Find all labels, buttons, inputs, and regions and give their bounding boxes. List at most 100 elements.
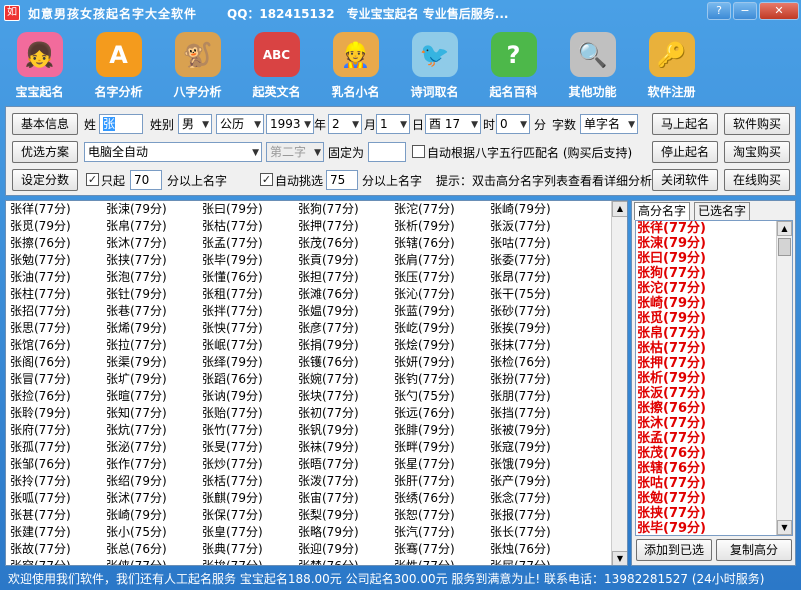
name-item[interactable]: 张毕(79分) [202,252,298,269]
name-item[interactable]: 张蓝(79分) [394,303,490,320]
name-item[interactable]: 张作(77分) [106,456,202,473]
name-item[interactable]: 张觅(79分) [10,218,106,235]
name-item[interactable]: 张故(77分) [10,541,106,558]
name-item[interactable]: 张晤(77分) [298,456,394,473]
high-score-item[interactable]: 张辖(76分) [636,461,792,476]
name-item[interactable]: 张析(79分) [394,218,490,235]
name-item[interactable]: 张昂(77分) [490,269,586,286]
name-item[interactable]: 张总(76分) [106,541,202,558]
surname-input[interactable]: 张 [99,114,143,134]
name-item[interactable]: 张岷(77分) [202,337,298,354]
name-item[interactable]: 张貢(79分) [298,252,394,269]
name-item[interactable]: 张寇(79分) [490,439,586,456]
name-item[interactable]: 张甚(77分) [10,507,106,524]
tab-high-score[interactable]: 高分名字 [634,202,691,220]
name-item[interactable]: 张炕(77分) [106,422,202,439]
name-item[interactable]: 张烩(79分) [394,337,490,354]
day-select[interactable]: 1 [376,114,410,134]
add-to-selected-button[interactable]: 添加到已选 [636,539,712,561]
set-score-button[interactable]: 设定分数 [12,169,78,191]
high-score-item[interactable]: 张擦(76分) [636,401,792,416]
help-button[interactable]: ? [707,2,731,20]
toolbar-button-1[interactable]: A 名字分析 [79,28,158,100]
toolbar-button-8[interactable]: 🔑 软件注册 [632,28,711,100]
toolbar-button-0[interactable]: 👧 宝宝起名 [0,28,79,100]
name-item[interactable]: 张畔(79分) [394,439,490,456]
name-item[interactable]: 张沁(77分) [394,286,490,303]
name-item[interactable]: 张聆(79分) [10,405,106,422]
name-item[interactable]: 张辖(76分) [394,235,490,252]
name-item[interactable]: 张恕(77分) [394,507,490,524]
tab-selected-names[interactable]: 已选名字 [694,202,751,220]
name-item[interactable]: 张钒(79分) [298,422,394,439]
name-item[interactable]: 张柱(77分) [10,286,106,303]
name-item[interactable]: 张帛(77分) [106,218,202,235]
high-score-item[interactable]: 张孟(77分) [636,431,792,446]
toolbar-button-3[interactable]: ABC 起英文名 [237,28,316,100]
name-item[interactable]: 张竹(77分) [202,422,298,439]
high-score-scroll-down-icon[interactable]: ▼ [777,520,792,535]
name-item[interactable]: 张烛(76分) [490,541,586,558]
name-item[interactable]: 张扮(77分) [490,371,586,388]
scroll-down-icon[interactable]: ▼ [612,551,627,565]
second-char-select[interactable]: 第二字 [266,142,324,162]
names-scrollbar[interactable]: ▲ ▼ [611,201,627,565]
name-item[interactable]: 张孟(77分) [202,235,298,252]
scroll-up-icon[interactable]: ▲ [612,201,627,217]
start-naming-button[interactable]: 马上起名 [652,113,718,135]
high-score-list[interactable]: 张徉(77分) 张涑(79分) 张曰(79分) 张狗(77分) 张沱(77分) 张崎(79… [635,220,793,536]
name-item[interactable]: 张捡(76分) [10,388,106,405]
close-button[interactable]: ✕ [759,2,799,20]
high-score-item[interactable]: 张涑(79分) [636,236,792,251]
auto-pick-checkbox[interactable]: ✓ [260,173,273,186]
minimize-button[interactable]: − [733,2,757,20]
name-item[interactable]: 张略(79分) [298,524,394,541]
wordcount-select[interactable]: 单字名 [580,114,638,134]
name-item[interactable]: 张勉(77分) [10,252,106,269]
name-item[interactable]: 张挟(77分) [106,252,202,269]
only-start-checkbox[interactable]: ✓ [86,173,99,186]
high-score-item[interactable]: 张毕(79分) [636,521,792,535]
name-item[interactable]: 张茂(76分) [298,235,394,252]
name-item[interactable]: 张沭(77分) [106,490,202,507]
name-item[interactable]: 张屹(79分) [394,320,490,337]
high-score-item[interactable]: 张崎(79分) [636,296,792,311]
high-score-item[interactable]: 张析(79分) [636,371,792,386]
toolbar-button-6[interactable]: ? 起名百科 [474,28,553,100]
name-item[interactable]: 张星(77分) [394,456,490,473]
name-item[interactable]: 张圹(79分) [106,371,202,388]
name-item[interactable]: 张袜(79分) [298,439,394,456]
high-score-item[interactable]: 张勉(77分) [636,491,792,506]
name-item[interactable]: 张呱(77分) [10,490,106,507]
name-item[interactable]: 张彦(77分) [298,320,394,337]
name-item[interactable]: 张邹(76分) [10,456,106,473]
basic-info-button[interactable]: 基本信息 [12,113,78,135]
auto-wuxing-checkbox[interactable] [412,145,425,158]
name-item[interactable]: 张镬(76分) [298,354,394,371]
name-item[interactable]: 张挡(77分) [490,405,586,422]
high-score-scroll-thumb[interactable] [778,238,791,256]
online-buy-button[interactable]: 在线购买 [724,169,790,191]
name-item[interactable]: 张担(77分) [298,269,394,286]
high-score-item[interactable]: 张枯(77分) [636,341,792,356]
name-item[interactable]: 张涑(79分) [106,201,202,218]
only-start-score-input[interactable]: 70 [130,170,162,190]
name-item[interactable]: 张府(77分) [10,422,106,439]
name-item[interactable]: 张侠(77分) [106,558,202,565]
name-item[interactable]: 张捐(79分) [298,337,394,354]
name-item[interactable]: 张汽(77分) [394,524,490,541]
auto-pick-score-input[interactable]: 75 [326,170,358,190]
name-item[interactable]: 张念(77分) [490,490,586,507]
high-score-item[interactable]: 张觅(79分) [636,311,792,326]
name-item[interactable]: 张炒(77分) [202,456,298,473]
name-item[interactable]: 张咕(77分) [490,235,586,252]
name-item[interactable]: 张懂(76分) [202,269,298,286]
gender-select[interactable]: 男 [178,114,212,134]
name-item[interactable]: 张沱(77分) [394,201,490,218]
toolbar-button-7[interactable]: 🔍 其他功能 [553,28,632,100]
name-item[interactable]: 张肝(77分) [394,473,490,490]
name-item[interactable]: 张皇(77分) [202,524,298,541]
name-item[interactable]: 张巷(77分) [106,303,202,320]
name-item[interactable]: 张租(77分) [202,286,298,303]
name-item[interactable]: 张拚(77分) [202,558,298,565]
